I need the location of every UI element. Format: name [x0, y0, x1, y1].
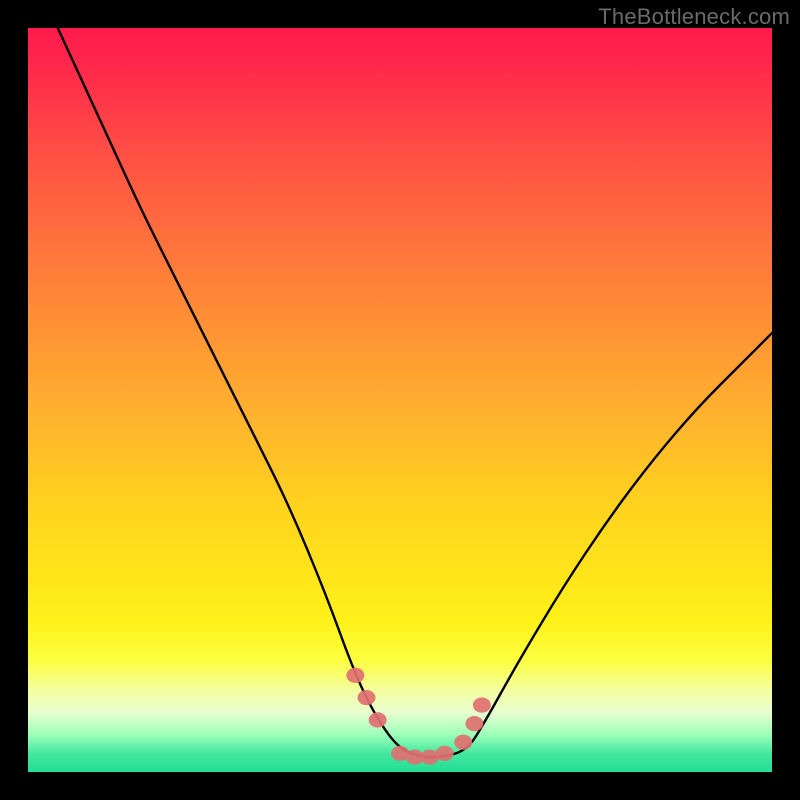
curve-layer — [28, 28, 772, 772]
watermark-label: TheBottleneck.com — [598, 4, 790, 30]
marker-dot — [369, 712, 387, 727]
marker-dot — [436, 746, 454, 761]
marker-dot — [358, 690, 376, 705]
bottleneck-curve — [58, 28, 772, 757]
marker-dot — [346, 668, 364, 683]
chart-frame: TheBottleneck.com — [0, 0, 800, 800]
marker-dot — [465, 716, 483, 731]
marker-dot — [473, 697, 491, 712]
optimal-region-markers — [346, 668, 490, 765]
plot-area — [28, 28, 772, 772]
marker-dot — [454, 735, 472, 750]
